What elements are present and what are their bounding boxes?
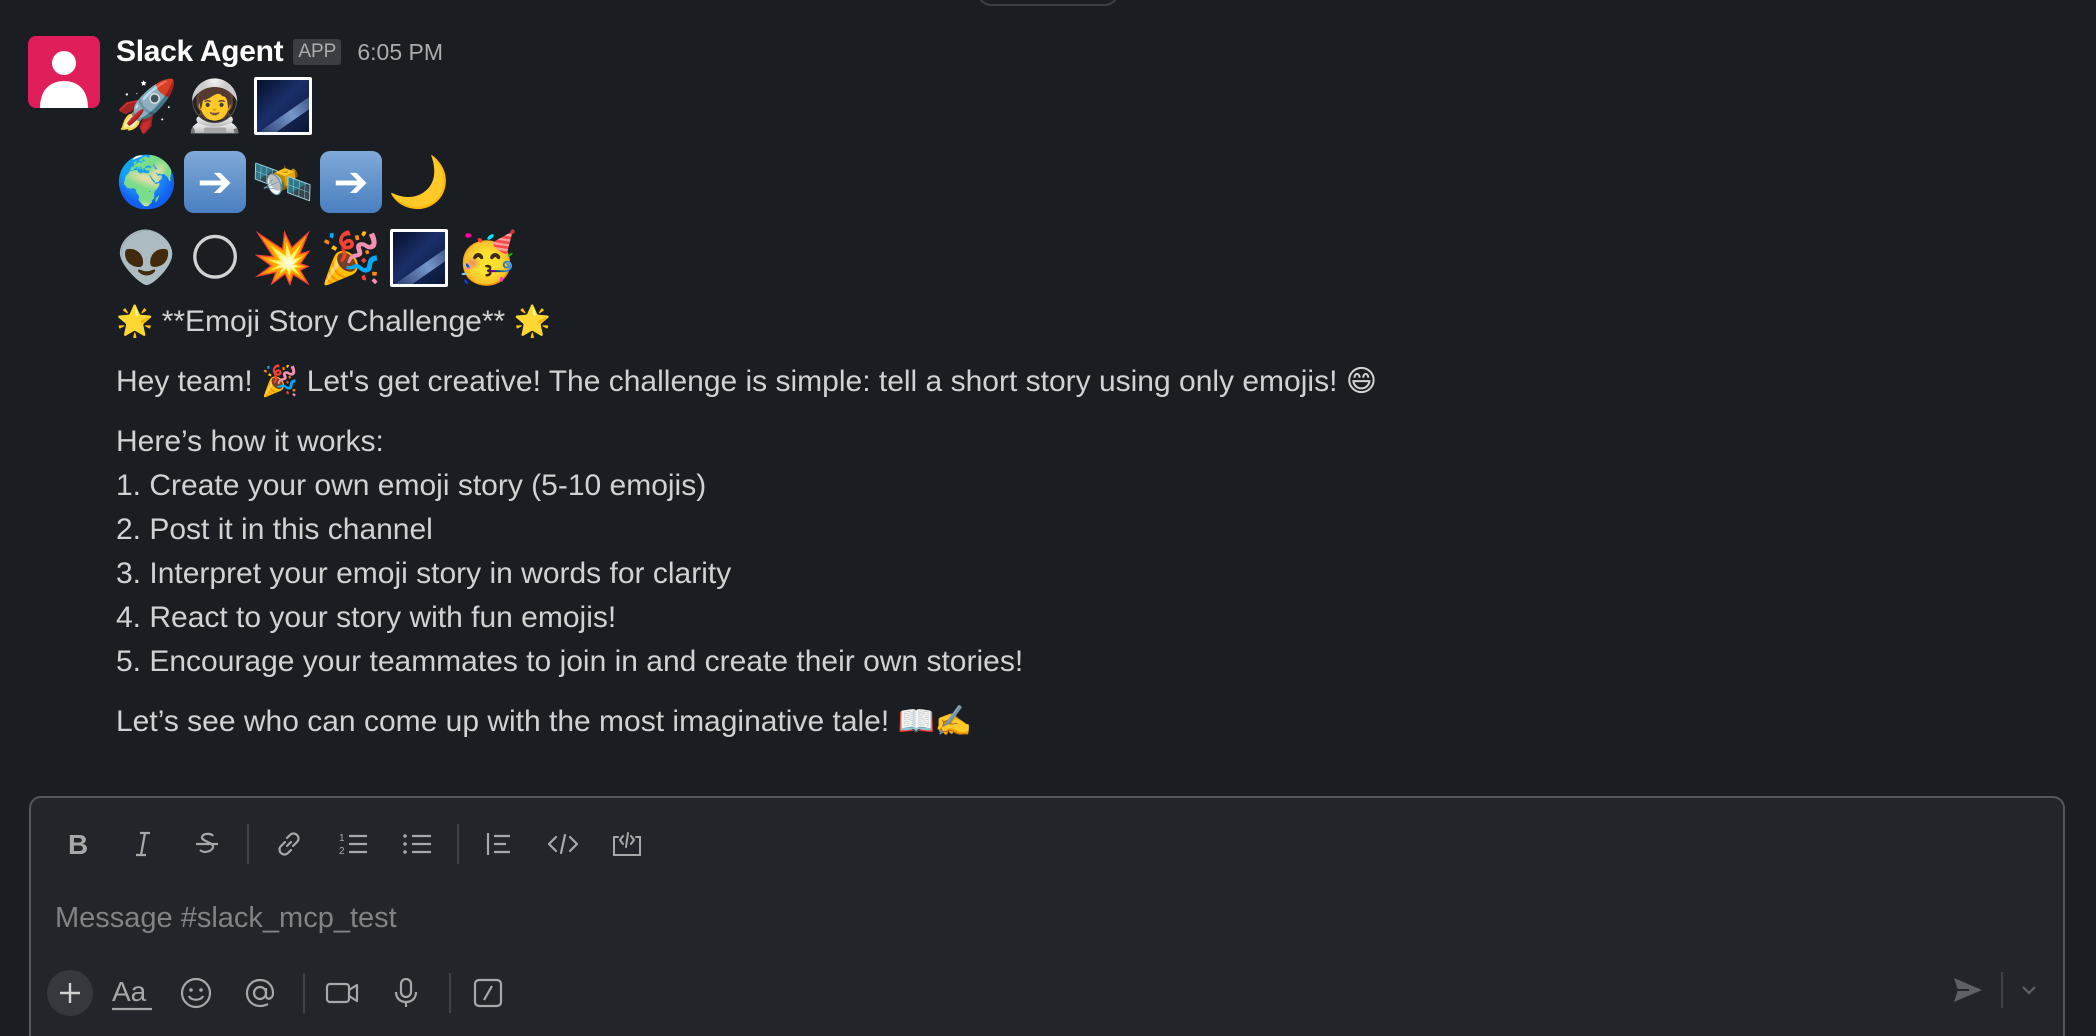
closing-text: Let’s see who can come up with the most … xyxy=(116,705,973,738)
astronaut-emoji: 🧑‍🚀 xyxy=(183,78,247,134)
numbered-list-icon[interactable]: 12 xyxy=(325,816,381,872)
milky-way-emoji xyxy=(388,227,450,289)
milky-way-emoji xyxy=(252,75,314,137)
emoji-row-3: 👽 🌕 💥 🎉 🥳 xyxy=(116,226,2016,290)
bulleted-list-icon[interactable] xyxy=(389,816,445,872)
plus-icon[interactable] xyxy=(47,970,93,1016)
strikethrough-icon[interactable] xyxy=(179,816,235,872)
new-messages-pill[interactable] xyxy=(976,0,1120,6)
app-badge: APP xyxy=(293,39,342,65)
how-it-works-title: Here’s how it works: xyxy=(116,425,384,458)
svg-text:B: B xyxy=(68,829,88,859)
composer-actions: Aa xyxy=(47,968,527,1018)
svg-text:2: 2 xyxy=(339,846,345,857)
code-icon[interactable] xyxy=(535,816,591,872)
message-composer: B 12 Aa xyxy=(29,796,2065,1036)
svg-text:Aa: Aa xyxy=(112,976,147,1007)
emoji-icon[interactable] xyxy=(171,968,221,1018)
bold-icon[interactable]: B xyxy=(51,816,107,872)
toolbar-divider xyxy=(457,824,459,864)
emoji-row-2: 🌍 ➔ 🛰️ ➔ 🌙 xyxy=(116,150,2016,214)
collision-emoji: 💥 xyxy=(251,230,315,286)
toolbar-divider xyxy=(449,973,451,1013)
formatting-icon[interactable]: Aa xyxy=(107,968,157,1018)
italic-icon[interactable] xyxy=(115,816,171,872)
video-icon[interactable] xyxy=(317,968,367,1018)
timestamp[interactable]: 6:05 PM xyxy=(357,39,443,66)
mention-icon[interactable] xyxy=(235,968,285,1018)
avatar[interactable] xyxy=(28,36,100,108)
step-item: 4. React to your story with fun emojis! xyxy=(116,601,617,634)
alien-emoji: 👽 xyxy=(115,230,179,286)
toolbar-divider xyxy=(303,973,305,1013)
right-arrow-emoji: ➔ xyxy=(184,151,246,213)
formatting-toolbar: B 12 xyxy=(51,816,663,872)
intro-text: Hey team! 🎉 Let's get creative! The chal… xyxy=(116,365,1378,398)
slash-command-icon[interactable] xyxy=(463,968,513,1018)
blockquote-icon[interactable] xyxy=(471,816,527,872)
message-input[interactable] xyxy=(55,896,2015,940)
send-divider xyxy=(2001,972,2003,1008)
link-icon[interactable] xyxy=(261,816,317,872)
full-moon-emoji: 🌕 xyxy=(188,230,242,286)
microphone-icon[interactable] xyxy=(381,968,431,1018)
step-item: 2. Post it in this channel xyxy=(116,513,433,546)
step-item: 3. Interpret your emoji story in words f… xyxy=(116,557,732,590)
partying-face-emoji: 🥳 xyxy=(455,230,519,286)
toolbar-divider xyxy=(247,824,249,864)
send-group xyxy=(1951,972,2039,1008)
globe-emoji: 🌍 xyxy=(115,154,179,210)
step-item: 5. Encourage your teammates to join in a… xyxy=(116,645,1024,678)
right-arrow-emoji: ➔ xyxy=(320,151,382,213)
step-item: 1. Create your own emoji story (5-10 emo… xyxy=(116,469,707,502)
satellite-emoji: 🛰️ xyxy=(251,154,315,210)
code-block-icon[interactable] xyxy=(599,816,655,872)
party-popper-emoji: 🎉 xyxy=(319,230,383,286)
send-icon[interactable] xyxy=(1951,975,1985,1005)
chevron-down-icon[interactable] xyxy=(2019,980,2039,1000)
sender-name[interactable]: Slack Agent xyxy=(116,35,284,69)
svg-text:1: 1 xyxy=(339,833,345,844)
message-header: Slack Agent APP 6:05 PM xyxy=(116,32,2016,72)
challenge-heading: 🌟 **Emoji Story Challenge** 🌟 xyxy=(116,305,551,338)
rocket-emoji: 🚀 xyxy=(115,78,179,134)
crescent-moon-emoji: 🌙 xyxy=(387,154,451,210)
emoji-row-1: 🚀 🧑‍🚀 xyxy=(116,74,2016,138)
